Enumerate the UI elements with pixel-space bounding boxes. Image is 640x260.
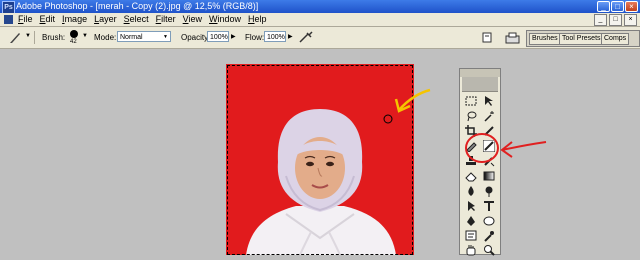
tab-comps[interactable]: Comps <box>601 33 630 45</box>
path-selection-icon[interactable] <box>464 200 478 213</box>
menu-select[interactable]: Select <box>124 14 149 25</box>
toolbox-panel <box>459 68 501 257</box>
lasso-icon[interactable] <box>464 110 478 123</box>
history-brush-icon[interactable] <box>482 155 496 168</box>
type-icon[interactable] <box>482 200 496 213</box>
clone-stamp-icon[interactable] <box>464 155 478 168</box>
menu-file[interactable]: File <box>18 14 33 25</box>
mode-value: Normal <box>120 34 143 41</box>
brush-tool-icon[interactable] <box>8 31 22 44</box>
menu-view[interactable]: View <box>183 14 202 25</box>
tool-preset-arrow[interactable]: ▼ <box>25 33 31 39</box>
airbrush-icon[interactable] <box>298 31 314 44</box>
doc-close-button[interactable]: × <box>624 14 637 26</box>
maximize-button[interactable]: □ <box>611 1 624 12</box>
healing-brush-icon[interactable] <box>464 140 478 153</box>
menu-image[interactable]: Image <box>62 14 87 25</box>
brush-label: Brush: <box>42 33 66 42</box>
flow-input[interactable]: 100% <box>264 31 286 42</box>
opacity-arrow[interactable]: ▶ <box>231 33 236 40</box>
title-bar: Ps Adobe Photoshop - [merah - Copy (2).j… <box>0 0 640 14</box>
palette-well-icon[interactable] <box>505 31 521 44</box>
menu-bar: File Edit Image Layer Select Filter View… <box>0 13 640 27</box>
brush-icon[interactable] <box>482 139 496 153</box>
magic-wand-icon[interactable] <box>482 110 496 123</box>
menu-layer[interactable]: Layer <box>94 14 117 25</box>
slice-icon[interactable] <box>482 125 496 138</box>
mode-label: Mode: <box>94 33 117 42</box>
brush-preview[interactable] <box>70 30 78 38</box>
eyedropper-icon[interactable] <box>482 230 496 243</box>
mode-select[interactable]: Normal ▼ <box>117 31 171 42</box>
toolbox-header[interactable] <box>460 69 500 77</box>
pen-icon[interactable] <box>464 215 478 228</box>
opacity-label: Opacity: <box>181 33 211 42</box>
gradient-icon[interactable] <box>482 170 496 183</box>
flow-label: Flow: <box>245 33 265 42</box>
brush-picker-arrow[interactable]: ▼ <box>82 33 88 39</box>
feather-logo-icon <box>462 77 498 92</box>
separator <box>34 31 35 44</box>
shape-icon[interactable] <box>482 215 496 228</box>
file-browser-icon[interactable] <box>481 31 493 44</box>
menu-filter[interactable]: Filter <box>156 14 176 25</box>
marquee-icon[interactable] <box>464 95 478 108</box>
eraser-icon[interactable] <box>464 170 478 183</box>
menu-help[interactable]: Help <box>248 14 267 25</box>
hand-icon[interactable] <box>464 244 478 257</box>
minimize-button[interactable]: _ <box>597 1 610 12</box>
tab-tool-presets[interactable]: Tool Presets <box>559 33 604 45</box>
menu-edit[interactable]: Edit <box>40 14 56 25</box>
tab-brushes[interactable]: Brushes <box>529 33 561 45</box>
brush-size: 42 <box>70 39 77 45</box>
window-title: Adobe Photoshop - [merah - Copy (2).jpg … <box>16 1 259 11</box>
doc-restore-button[interactable]: □ <box>609 14 622 26</box>
crop-icon[interactable] <box>464 125 478 138</box>
selection-marquee <box>227 65 413 255</box>
mode-arrow: ▼ <box>163 34 168 40</box>
doc-minimize-button[interactable]: _ <box>594 14 607 26</box>
document-icon[interactable] <box>4 15 13 24</box>
menu-window[interactable]: Window <box>209 14 241 25</box>
move-icon[interactable] <box>482 95 496 108</box>
dodge-icon[interactable] <box>482 185 496 198</box>
red-arrow-icon <box>501 141 547 151</box>
close-button[interactable]: × <box>625 1 638 12</box>
notes-icon[interactable] <box>464 230 478 243</box>
opacity-input[interactable]: 100% <box>207 31 229 42</box>
zoom-icon[interactable] <box>482 244 496 257</box>
flow-arrow[interactable]: ▶ <box>288 33 293 40</box>
blur-icon[interactable] <box>464 185 478 198</box>
